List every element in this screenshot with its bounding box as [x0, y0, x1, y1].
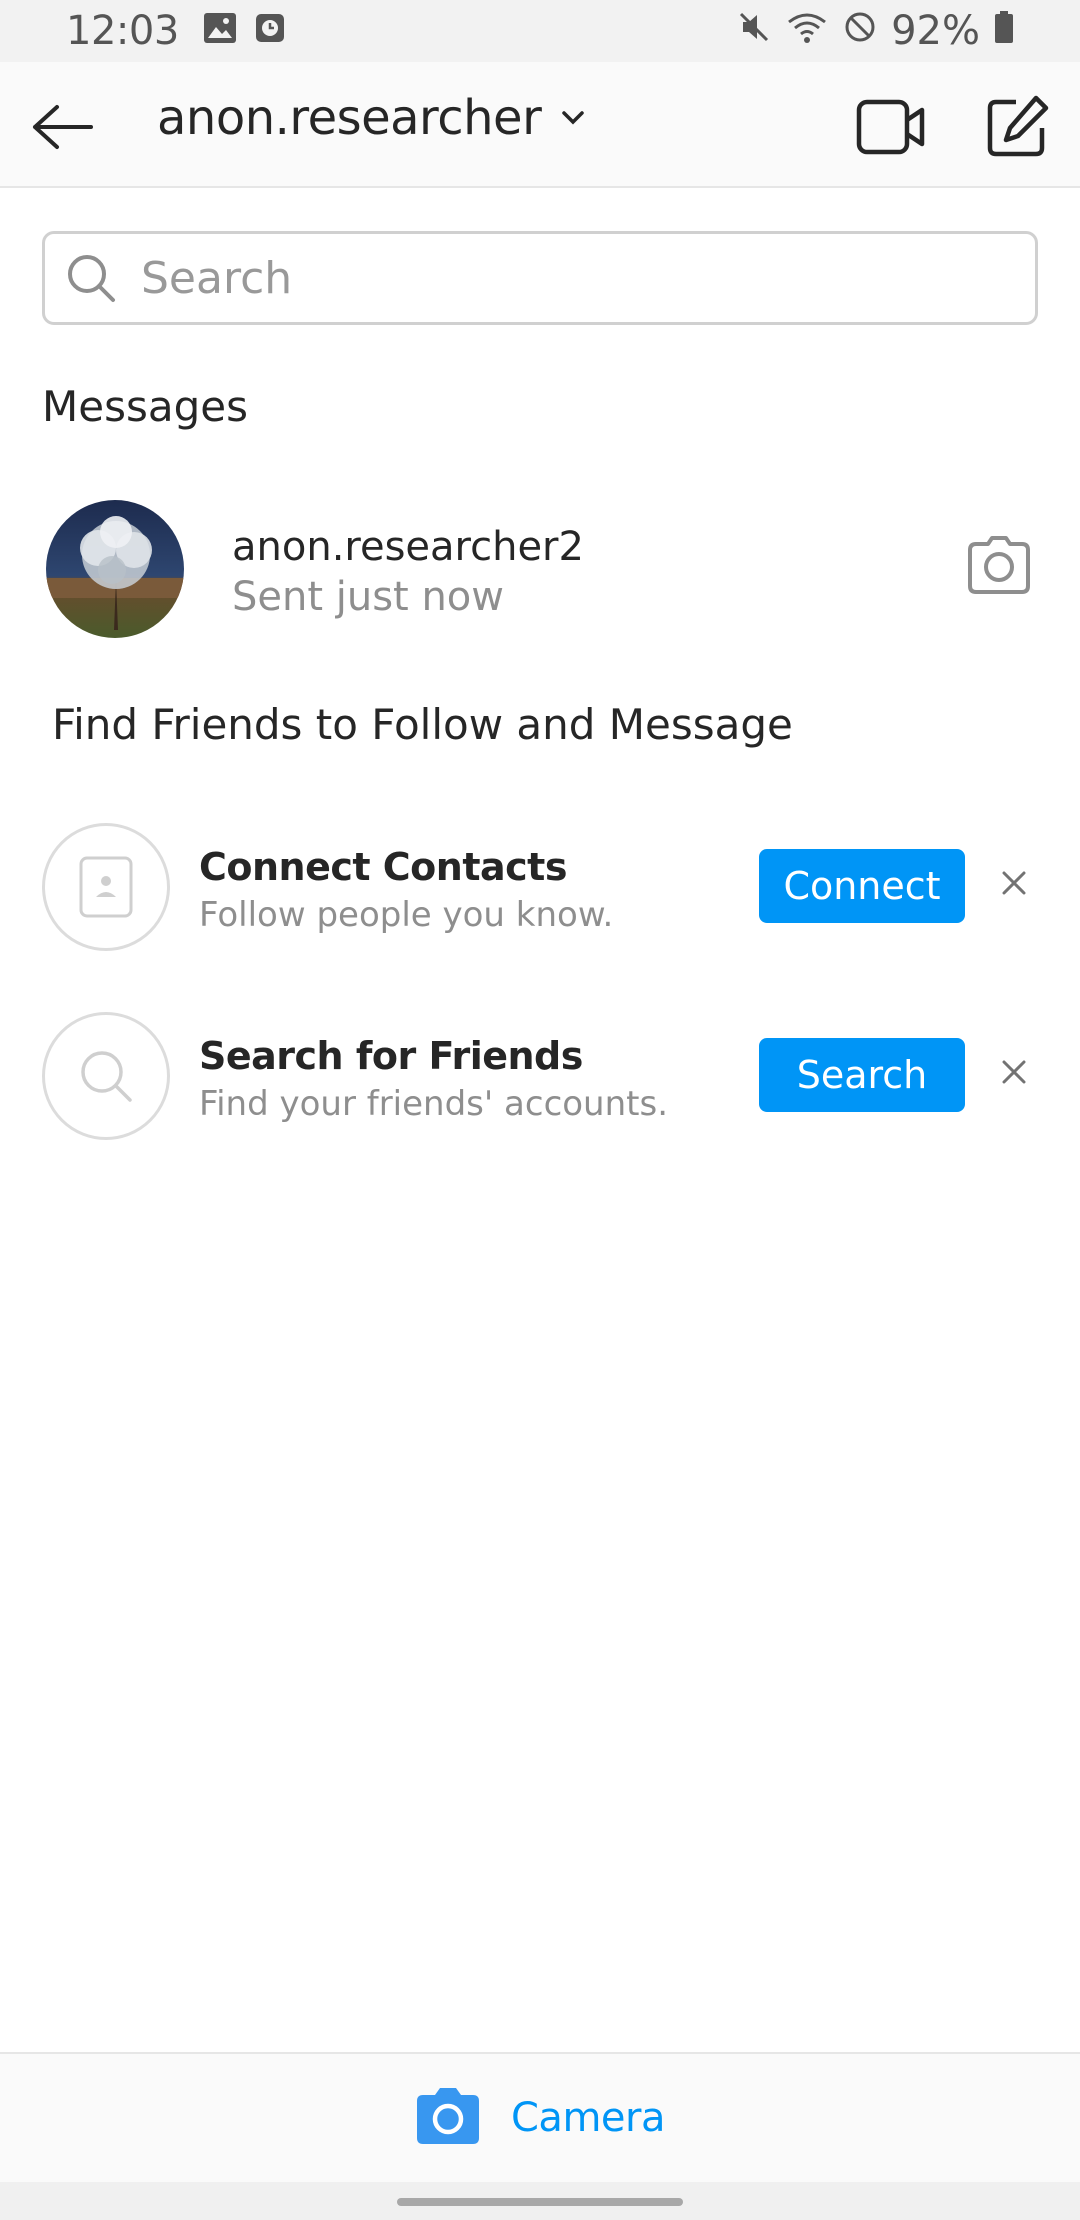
wifi-icon — [785, 8, 829, 54]
search-icon — [63, 250, 119, 306]
conversation-username: anon.researcher2 — [232, 524, 584, 570]
suggestion-title: Search for Friends — [199, 1034, 583, 1078]
contacts-icon — [42, 823, 170, 951]
search-friends-icon — [42, 1012, 170, 1140]
conversation-status: Sent just now — [232, 574, 504, 620]
messages-heading: Messages — [42, 382, 248, 431]
dismiss-search-button[interactable] — [994, 1052, 1034, 1092]
alarm-notification-icon — [255, 8, 285, 54]
find-friends-heading: Find Friends to Follow and Message — [52, 700, 793, 749]
video-call-button[interactable] — [856, 98, 926, 156]
system-nav-bar — [0, 2182, 1080, 2220]
conversation-camera-button[interactable] — [966, 536, 1032, 594]
home-indicator[interactable] — [397, 2198, 683, 2206]
search-bar[interactable] — [42, 231, 1038, 325]
gallery-notification-icon — [203, 8, 237, 54]
search-button[interactable]: Search — [759, 1038, 965, 1112]
search-input[interactable] — [139, 251, 1019, 305]
status-bar: 12:03 92% — [0, 0, 1080, 62]
header: anon.researcher — [0, 62, 1080, 188]
do-not-disturb-icon — [843, 8, 877, 54]
header-username: anon.researcher — [157, 90, 542, 146]
account-switcher[interactable]: anon.researcher — [157, 90, 585, 146]
compose-icon — [987, 95, 1049, 157]
chevron-down-icon — [562, 111, 585, 125]
suggestion-subtitle: Follow people you know. — [199, 895, 614, 935]
camera-label: Camera — [511, 2095, 665, 2141]
dismiss-connect-button[interactable] — [994, 863, 1034, 903]
status-left-icons — [203, 8, 285, 54]
battery-level: 92% — [891, 8, 980, 54]
status-time: 12:03 — [66, 8, 179, 54]
close-icon — [1002, 871, 1026, 895]
video-camera-icon — [856, 99, 925, 155]
connect-button[interactable]: Connect — [759, 849, 965, 923]
camera-icon — [415, 2087, 481, 2149]
new-message-button[interactable] — [984, 94, 1050, 160]
suggestion-title: Connect Contacts — [199, 845, 567, 889]
camera-bar[interactable]: Camera — [0, 2052, 1080, 2182]
conversation-row[interactable]: anon.researcher2 Sent just now — [0, 488, 1080, 648]
avatar[interactable] — [46, 500, 184, 638]
arrow-left-icon — [33, 105, 93, 149]
battery-icon — [994, 8, 1014, 54]
mute-icon — [737, 8, 771, 54]
search-friends-row: Search for Friends Find your friends' ac… — [0, 1012, 1080, 1142]
close-icon — [1002, 1060, 1026, 1084]
camera-icon — [968, 536, 1030, 594]
status-right-icons: 92% — [737, 8, 1014, 54]
suggestion-subtitle: Find your friends' accounts. — [199, 1084, 669, 1124]
back-button[interactable] — [28, 92, 98, 162]
connect-contacts-row: Connect Contacts Follow people you know.… — [0, 823, 1080, 953]
